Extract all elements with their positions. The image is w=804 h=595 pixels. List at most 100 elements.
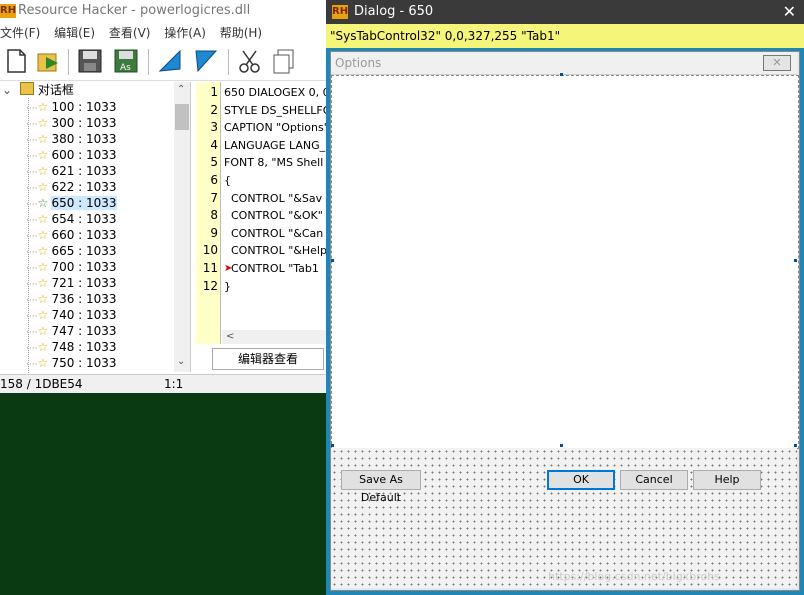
options-dialog-titlebar: Options ✕: [331, 52, 797, 75]
tree-item-label: 665 : 1033: [51, 244, 117, 258]
tree-item[interactable]: ····☆ 380 : 1033: [26, 131, 117, 147]
code-line[interactable]: CONTROL "&OK": [224, 207, 330, 224]
resize-handle[interactable]: [331, 259, 334, 262]
resize-handle[interactable]: [794, 444, 797, 447]
menu-edit[interactable]: 编辑(E): [54, 26, 95, 40]
forward-arrow-icon[interactable]: [192, 47, 220, 75]
new-file-icon[interactable]: [2, 47, 30, 75]
tab-editor-view[interactable]: 编辑器查看: [212, 348, 324, 370]
line-number: 1: [210, 85, 218, 99]
line-number: 5: [210, 155, 218, 170]
menu-help[interactable]: 帮助(H): [220, 26, 262, 40]
close-icon[interactable]: ✕: [783, 2, 796, 22]
save-as-default-button[interactable]: Save As Default: [341, 470, 421, 504]
copy-icon[interactable]: [270, 47, 298, 75]
tree-item[interactable]: ····☆ 622 : 1033: [26, 179, 117, 195]
resize-handle[interactable]: [560, 73, 563, 76]
line-number: 4: [210, 137, 218, 152]
line-number: 10: [202, 243, 218, 258]
collapse-chevron-icon[interactable]: ⌄: [2, 83, 12, 97]
line-number: 7: [210, 190, 218, 205]
tree-item-label: 622 : 1033: [51, 180, 117, 194]
code-line[interactable]: CAPTION "Options": [224, 119, 330, 136]
options-title: Options: [335, 56, 382, 70]
scroll-down-icon[interactable]: ⌄: [177, 356, 185, 367]
tree-scrollbar[interactable]: ⌃ ⌄: [174, 82, 190, 372]
star-icon: ☆: [37, 164, 49, 178]
code-line[interactable]: CONTROL "&Help: [224, 242, 330, 259]
code-line[interactable]: FONT 8, "MS Shell: [224, 154, 330, 171]
star-icon: ☆: [37, 212, 49, 226]
resize-handle[interactable]: [560, 444, 563, 447]
tree-item[interactable]: ····☆ 654 : 1033: [26, 211, 117, 227]
tree-item-label: 380 : 1033: [51, 132, 117, 146]
rh-title-bar: RH Resource Hacker - powerlogicres.dll: [0, 0, 330, 22]
tree-item[interactable]: ····☆ 748 : 1033: [26, 339, 117, 355]
tree-item[interactable]: ····☆ 736 : 1033: [26, 291, 117, 307]
code-line[interactable]: STYLE DS_SHELLFO: [224, 102, 330, 119]
code-line[interactable]: {: [224, 172, 330, 189]
control-info-bar: "SysTabControl32" 0,0,327,255 "Tab1": [326, 24, 804, 48]
scroll-left-icon[interactable]: <: [226, 330, 234, 344]
line-number: 12: [202, 278, 218, 293]
star-icon: ☆: [37, 324, 49, 338]
tree-item[interactable]: ····☆ 750 : 1033: [26, 355, 117, 371]
options-close-icon[interactable]: ✕: [763, 55, 791, 71]
scroll-up-icon[interactable]: ⌃: [177, 84, 185, 95]
resize-handle[interactable]: [331, 444, 334, 447]
tree-item[interactable]: ····☆ 665 : 1033: [26, 243, 117, 259]
star-icon: ☆: [37, 180, 49, 194]
tree-item[interactable]: ····☆ 700 : 1033: [26, 259, 117, 275]
watermark-text: https://blog.csdn.net/bigxbrohs: [548, 570, 720, 583]
save-icon[interactable]: [76, 47, 104, 75]
cancel-button[interactable]: Cancel: [620, 470, 688, 490]
line-number: 6: [210, 173, 218, 187]
code-line[interactable]: }: [224, 278, 330, 295]
code-line[interactable]: CONTROL "&Can: [224, 225, 330, 242]
code-line[interactable]: CONTROL "Tab1: [224, 260, 330, 277]
help-button[interactable]: Help: [693, 470, 761, 490]
resize-handle[interactable]: [794, 259, 797, 262]
tree-item[interactable]: ····☆ 660 : 1033: [26, 227, 117, 243]
tree-item[interactable]: ····☆ 721 : 1033: [26, 275, 117, 291]
rh-window-title: Resource Hacker - powerlogicres.dll: [18, 3, 251, 18]
code-line[interactable]: LANGUAGE LANG_E: [224, 137, 330, 154]
tree-item[interactable]: ····☆ 600 : 1033: [26, 147, 117, 163]
star-icon: ☆: [37, 228, 49, 242]
code-line[interactable]: 650 DIALOGEX 0, 0: [224, 84, 330, 101]
cut-icon[interactable]: [236, 47, 264, 75]
tree-item[interactable]: ····☆ 650 : 1033: [26, 195, 117, 211]
menu-file[interactable]: 文件(F): [0, 26, 40, 40]
line-number: 8: [210, 208, 218, 223]
open-folder-icon[interactable]: [34, 47, 62, 75]
tree-item[interactable]: ····☆ 300 : 1033: [26, 115, 117, 131]
menu-view[interactable]: 查看(V): [109, 26, 151, 40]
tree-item[interactable]: ····☆ 747 : 1033: [26, 323, 117, 339]
tree-item-label: 660 : 1033: [51, 228, 117, 242]
status-position: 1:1: [164, 377, 184, 391]
code-line[interactable]: CONTROL "&Sav: [224, 190, 330, 207]
line-number: 3: [210, 120, 218, 135]
ok-button[interactable]: OK: [547, 470, 615, 490]
status-bar: 158 / 1DBE54 1:1: [0, 374, 330, 393]
editor-hscrollbar[interactable]: <: [222, 330, 330, 344]
line-number: 11: [202, 261, 218, 275]
tree-item-label: 300 : 1033: [51, 116, 117, 130]
rh-toolbar: As: [0, 44, 330, 81]
star-icon: ☆: [37, 308, 49, 322]
rh-logo-icon: RH: [0, 4, 17, 18]
tree-item[interactable]: ····☆ 621 : 1033: [26, 163, 117, 179]
back-arrow-icon[interactable]: [156, 47, 184, 75]
tree-item-label: 747 : 1033: [51, 324, 117, 338]
dialog-grid-area: [331, 448, 797, 588]
tree-item[interactable]: ····☆ 100 : 1033: [26, 99, 117, 115]
star-icon: ☆: [37, 276, 49, 290]
tree-item[interactable]: ····☆ 740 : 1033: [26, 307, 117, 323]
save-as-icon[interactable]: As: [112, 47, 140, 75]
tab-control[interactable]: [331, 75, 799, 449]
tree-root[interactable]: ⌄ 对话框: [2, 82, 74, 98]
star-icon: ☆: [37, 292, 49, 306]
menu-action[interactable]: 操作(A): [164, 26, 206, 40]
tree-scroll-thumb[interactable]: [175, 104, 189, 130]
tree-item-label: 740 : 1033: [51, 308, 117, 322]
